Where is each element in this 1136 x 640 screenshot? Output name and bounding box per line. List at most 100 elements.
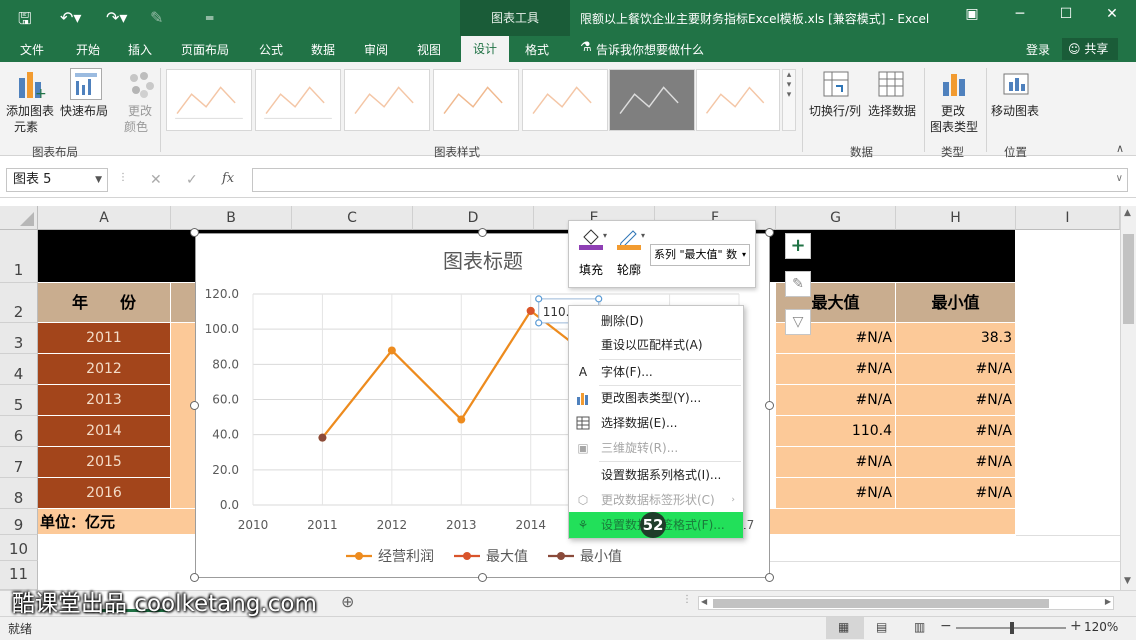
zoom-level[interactable]: 120% [1084,620,1118,634]
col-header-g[interactable]: G [776,206,896,230]
max-cell[interactable]: #N/A [776,354,896,385]
tab-home[interactable]: 开始 [76,41,100,58]
resize-handle[interactable] [190,228,199,237]
quick-layout-icon[interactable] [70,68,102,100]
tab-page-layout[interactable]: 页面布局 [181,41,229,58]
chart-style-3[interactable] [344,69,430,131]
fill-dropdown-icon[interactable]: ▾ [603,231,607,240]
customize-qa-icon[interactable]: ═ [206,11,213,25]
col-header-i[interactable]: I [1016,206,1120,230]
normal-view-button[interactable]: ▦ [826,617,864,639]
tab-formulas[interactable]: 公式 [259,41,283,58]
col-header-d[interactable]: D [413,206,534,230]
zoom-out-icon[interactable]: − [940,618,952,634]
chart-style-4[interactable] [433,69,519,131]
menu-item-delete[interactable]: 删除(D) [569,310,743,332]
insert-function-icon[interactable]: fx [222,171,234,186]
formula-input[interactable]: ∨ [252,168,1128,192]
quick-layout-label[interactable]: 快速布局 [60,102,108,119]
chart-style-1[interactable] [166,69,252,131]
expand-formula-icon[interactable]: ∨ [1116,173,1123,184]
minimize-icon[interactable]: ─ [1010,6,1030,22]
chart-elements-button[interactable]: + [785,233,811,259]
login-link[interactable]: 登录 [1026,41,1050,58]
share-button[interactable]: ☺ 共享 [1062,38,1118,60]
series-dropdown-icon[interactable]: ▾ [742,245,746,265]
resize-handle[interactable] [765,228,774,237]
menu-item-reset-style[interactable]: 重设以匹配样式(A) [569,334,743,356]
row-header-6[interactable]: 6 [0,416,38,447]
close-icon[interactable]: ✕ [1102,6,1122,22]
scroll-left-icon[interactable]: ◀ [701,597,707,606]
move-chart-label[interactable]: 移动图表 [991,102,1039,119]
vertical-scroll-thumb[interactable] [1123,234,1134,324]
zoom-slider-thumb[interactable] [1010,622,1014,634]
year-cell[interactable]: 2015 [38,447,171,478]
zoom-in-icon[interactable]: + [1070,618,1082,634]
header-cell[interactable] [171,283,196,323]
data-cell-strip[interactable] [171,323,196,509]
chart-style-6[interactable] [609,69,695,131]
row-header-9[interactable]: 9 [0,509,38,535]
outline-label[interactable]: 轮廓 [617,261,641,278]
resize-handle[interactable] [478,573,487,582]
col-header-h[interactable]: H [896,206,1016,230]
styles-scroll[interactable]: ▴ ▾ ▾ [782,69,796,131]
zoom-slider[interactable] [956,622,1066,634]
outline-pen-icon[interactable] [617,227,641,251]
col-header-a[interactable]: A [38,206,171,230]
menu-item-change-chart-type[interactable]: 更改图表类型(Y)... [569,387,743,409]
row-header-3[interactable]: 3 [0,323,38,354]
row-header-5[interactable]: 5 [0,385,38,416]
scroll-down-icon[interactable]: ▼ [1124,576,1131,586]
max-cell[interactable]: #N/A [776,385,896,416]
tab-insert[interactable]: 插入 [128,41,152,58]
maximize-icon[interactable]: ☐ [1056,6,1076,22]
row-header-1[interactable]: 1 [0,230,38,283]
chart-style-2[interactable] [255,69,341,131]
redo-icon[interactable]: ↷▾ [106,8,127,27]
unit-cell[interactable]: 单位：亿元 [38,509,196,535]
scroll-up-icon[interactable]: ▲ [1124,208,1131,218]
name-box[interactable]: 图表 5 ▼ [6,168,108,192]
header-year[interactable]: 年 份 [38,283,171,323]
ribbon-display-icon[interactable]: ▣ [962,6,982,22]
resize-handle[interactable] [190,573,199,582]
outline-dropdown-icon[interactable]: ▾ [641,231,645,240]
min-cell[interactable]: 38.3 [896,323,1016,354]
change-chart-type-icon[interactable] [940,70,968,98]
chart-filters-button[interactable]: ▽ [785,309,811,335]
fill-label[interactable]: 填充 [579,261,603,278]
max-cell[interactable]: 110.4 [776,416,896,447]
change-chart-type-label-2[interactable]: 图表类型 [930,118,978,135]
menu-item-select-data[interactable]: 选择数据(E)... [569,412,743,434]
tell-me-search[interactable]: 告诉我你想要做什么 [596,41,704,58]
unit-row-fill[interactable] [770,509,1016,535]
tab-view[interactable]: 视图 [417,41,441,58]
resize-handle[interactable] [765,573,774,582]
year-cell[interactable]: 2016 [38,478,171,509]
page-layout-view-icon[interactable]: ▤ [876,620,887,634]
menu-item-format-series[interactable]: 设置数据系列格式(I)... [569,464,743,486]
resize-handle[interactable] [478,228,487,237]
year-cell[interactable]: 2013 [38,385,171,416]
tab-review[interactable]: 审阅 [364,41,388,58]
row-header-10[interactable]: 10 [0,535,38,561]
select-data-icon[interactable] [877,70,905,98]
tab-data[interactable]: 数据 [311,41,335,58]
min-cell[interactable]: #N/A [896,354,1016,385]
resize-handle[interactable] [765,401,774,410]
select-all-corner[interactable] [0,206,38,230]
year-cell[interactable]: 2011 [38,323,171,354]
select-data-label[interactable]: 选择数据 [868,102,916,119]
year-cell[interactable]: 2014 [38,416,171,447]
name-box-dropdown-icon[interactable]: ▼ [95,169,102,191]
change-chart-type-label-1[interactable]: 更改 [941,102,965,119]
switch-row-col-icon[interactable] [822,70,850,98]
series-selector[interactable]: 系列 "最大值" 数 ▾ [650,244,750,266]
resize-handle[interactable] [190,401,199,410]
tab-file[interactable]: 文件 [20,41,44,58]
horizontal-scrollbar[interactable]: ◀ ▶ [698,596,1114,610]
undo-icon[interactable]: ↶▾ [60,8,81,27]
min-cell[interactable]: #N/A [896,447,1016,478]
